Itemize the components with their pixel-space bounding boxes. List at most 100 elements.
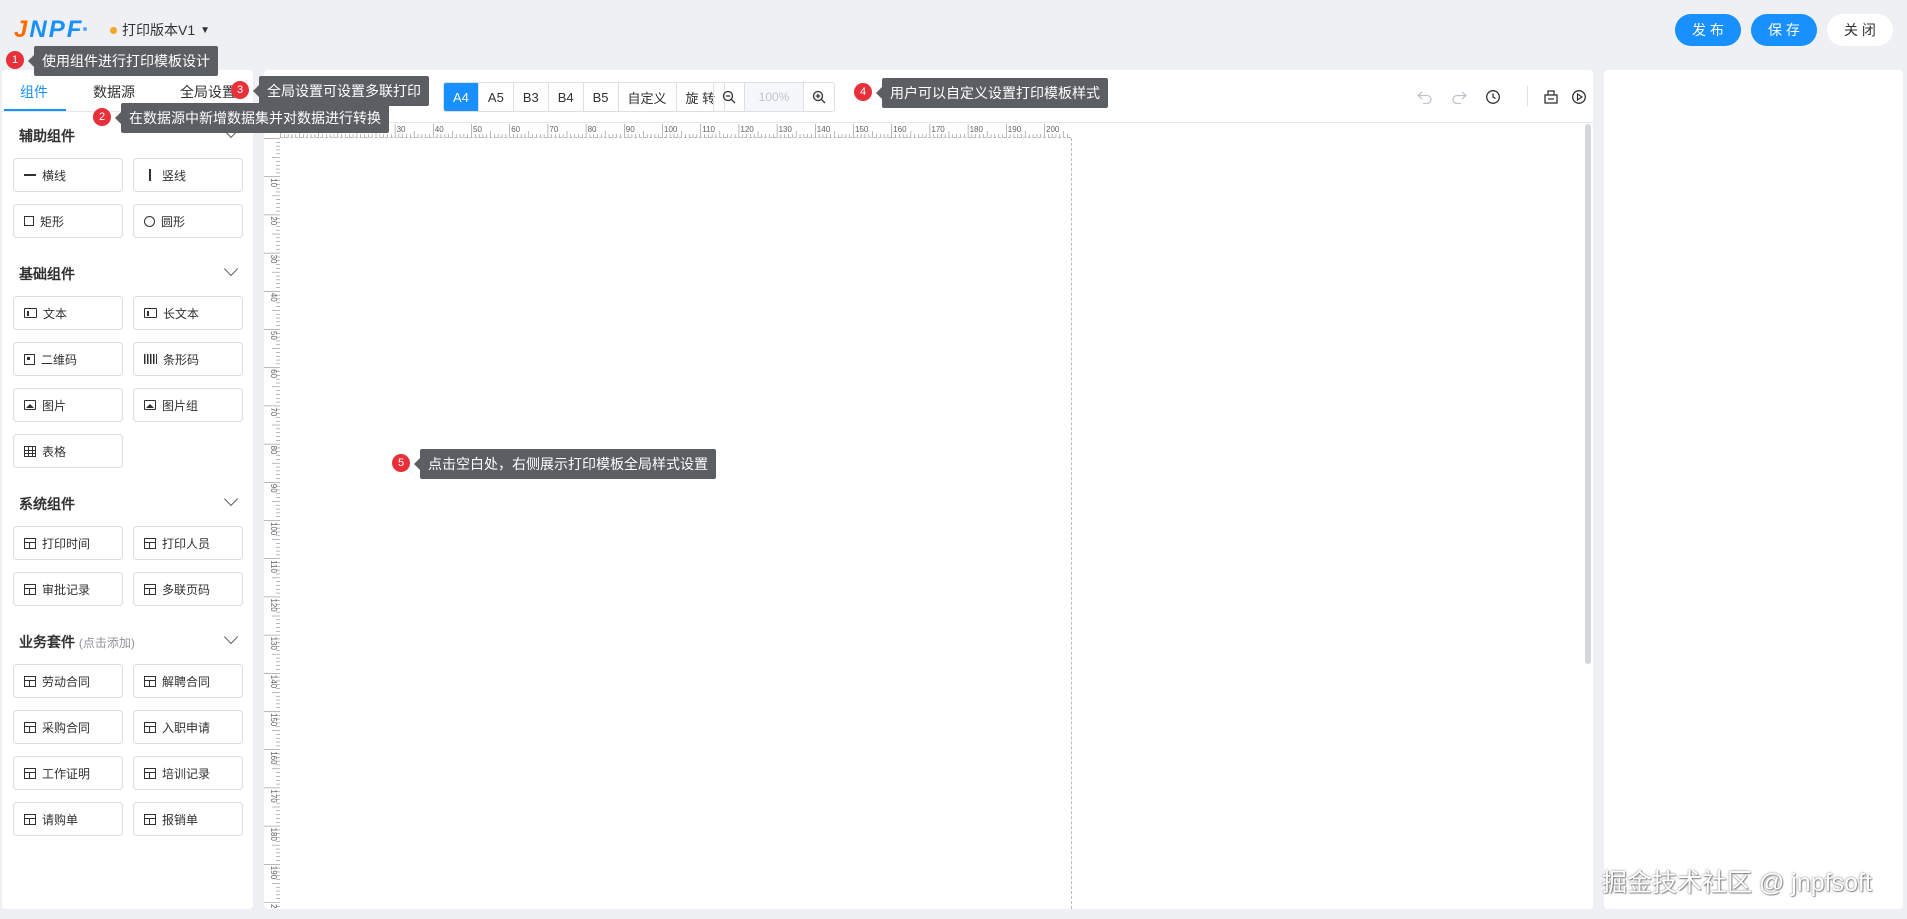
component-print-user[interactable]: 打印人员 xyxy=(133,526,243,560)
ruler-label: 120 xyxy=(740,125,754,134)
component-label: 报销单 xyxy=(162,812,199,827)
ruler-label: 140 xyxy=(817,125,831,134)
callout-badge-1: 1 xyxy=(6,51,24,69)
component-approval-record[interactable]: 审批记录 xyxy=(13,572,123,606)
component-image[interactable]: 图片 xyxy=(13,388,123,422)
component-label: 条形码 xyxy=(163,352,200,367)
chevron-down-icon[interactable] xyxy=(223,261,239,277)
ruler-label: 150 xyxy=(269,713,278,727)
component-label: 竖线 xyxy=(162,168,187,183)
print-preview-icon[interactable] xyxy=(1541,87,1561,107)
active-tab-indicator xyxy=(4,109,66,111)
ruler-label: 190 xyxy=(269,866,278,880)
group-subtitle: (点击添加) xyxy=(78,636,135,650)
page-top-border xyxy=(280,137,1071,138)
play-icon[interactable] xyxy=(1569,87,1589,107)
component-purchase-contract[interactable]: 采购合同 xyxy=(13,710,123,744)
undo-icon[interactable] xyxy=(1415,87,1435,107)
component-longtext[interactable]: 长文本 xyxy=(133,296,243,330)
jnpf-logo: JNPF xyxy=(14,16,83,44)
tab-global-settings[interactable]: 全局设置 xyxy=(180,82,236,102)
callout-tip-5: 点击空白处，右侧展示打印模板全局样式设置 xyxy=(414,449,716,479)
template-icon xyxy=(24,537,36,549)
component-requisition[interactable]: 请购单 xyxy=(13,802,123,836)
ruler-label: 200 xyxy=(1046,125,1060,134)
template-icon xyxy=(144,721,156,733)
component-image-group[interactable]: 图片组 xyxy=(133,388,243,422)
ruler-label: 90 xyxy=(626,125,635,134)
paper-custom-button[interactable]: 自定义 xyxy=(618,83,677,111)
table-icon xyxy=(24,445,36,457)
vertical-scrollbar[interactable] xyxy=(1585,124,1591,664)
group-title-text: 业务套件 xyxy=(19,634,75,650)
component-training-record[interactable]: 培训记录 xyxy=(133,756,243,790)
component-vline[interactable]: 竖线 xyxy=(133,158,243,192)
vertical-ruler: 10 20 30 40 50 60 70 80 90 100 110 120 130 140 150 160 1… xyxy=(264,138,280,909)
zoom-in-icon[interactable] xyxy=(804,83,834,111)
ruler-label: 110 xyxy=(269,560,278,573)
component-print-time[interactable]: 打印时间 xyxy=(13,526,123,560)
paper-a5-button[interactable]: A5 xyxy=(478,83,514,111)
qrcode-icon xyxy=(24,353,35,365)
ruler-label: 70 xyxy=(269,407,278,416)
component-circle[interactable]: 圆形 xyxy=(133,204,243,238)
history-icon[interactable] xyxy=(1483,87,1503,107)
paper-a4-button[interactable]: A4 xyxy=(444,83,479,111)
group-title-business: 业务套件 (点击添加) xyxy=(19,632,135,652)
component-label: 解聘合同 xyxy=(162,674,211,689)
ruler-label: 100 xyxy=(269,522,278,536)
close-button[interactable]: 关 闭 xyxy=(1827,14,1893,46)
paper-b3-button[interactable]: B3 xyxy=(513,83,549,111)
ruler-label: 30 xyxy=(397,125,406,134)
long-text-icon xyxy=(144,308,157,318)
tab-components[interactable]: 组件 xyxy=(20,82,48,102)
component-page-number[interactable]: 多联页码 xyxy=(133,572,243,606)
ruler-label: 70 xyxy=(549,125,558,134)
ruler-label: 200 xyxy=(269,904,278,909)
component-label: 二维码 xyxy=(41,352,78,367)
component-rect[interactable]: 矩形 xyxy=(13,204,123,238)
component-dismissal-contract[interactable]: 解聘合同 xyxy=(133,664,243,698)
save-button[interactable]: 保 存 xyxy=(1751,14,1817,46)
ruler-label: 80 xyxy=(269,446,278,455)
paper-b4-button[interactable]: B4 xyxy=(548,83,584,111)
component-label: 多联页码 xyxy=(162,582,211,597)
callout-badge-5: 5 xyxy=(392,454,410,472)
chevron-down-icon[interactable] xyxy=(223,629,239,645)
publish-button[interactable]: 发 布 xyxy=(1675,14,1741,46)
watermark-text: 掘金技术社区 @ jnpfsoft xyxy=(1602,869,1872,897)
component-qrcode[interactable]: 二维码 xyxy=(13,342,123,376)
version-selector[interactable]: 打印版本V1 ▼ xyxy=(110,20,210,40)
template-icon xyxy=(24,813,36,825)
component-hline[interactable]: 横线 xyxy=(13,158,123,192)
ruler-label: 60 xyxy=(269,369,278,378)
ruler-label: 10 xyxy=(269,178,278,187)
ruler-label: 130 xyxy=(269,637,278,651)
paper-b5-button[interactable]: B5 xyxy=(583,83,619,111)
ruler-label: 60 xyxy=(511,125,520,134)
ruler-label: 20 xyxy=(269,216,278,225)
callout-badge-4: 4 xyxy=(854,83,872,101)
tab-datasource[interactable]: 数据源 xyxy=(93,82,135,102)
component-work-certificate[interactable]: 工作证明 xyxy=(13,756,123,790)
barcode-icon xyxy=(144,354,157,364)
component-table[interactable]: 表格 xyxy=(13,434,123,468)
caret-down-icon: ▼ xyxy=(200,24,211,36)
chevron-down-icon[interactable] xyxy=(223,491,239,507)
zoom-out-icon[interactable] xyxy=(714,83,744,111)
component-label: 圆形 xyxy=(161,214,186,229)
callout-tip-4: 用户可以自定义设置打印模板样式 xyxy=(876,78,1108,108)
ruler-label: 190 xyxy=(1008,125,1022,134)
component-label: 图片 xyxy=(42,398,67,413)
component-label: 横线 xyxy=(42,168,67,183)
design-canvas[interactable]: A4 A5 B3 B4 B5 自定义 旋 转 100% 30 40 50 60 … xyxy=(264,70,1593,909)
component-labor-contract[interactable]: 劳动合同 xyxy=(13,664,123,698)
rectangle-icon xyxy=(24,216,34,226)
component-barcode[interactable]: 条形码 xyxy=(133,342,243,376)
component-reimbursement[interactable]: 报销单 xyxy=(133,802,243,836)
component-label: 培训记录 xyxy=(162,766,211,781)
redo-icon[interactable] xyxy=(1449,87,1469,107)
component-onboarding[interactable]: 入职申请 xyxy=(133,710,243,744)
component-text[interactable]: 文本 xyxy=(13,296,123,330)
callout-tip-3: 全局设置可设置多联打印 xyxy=(253,76,429,106)
